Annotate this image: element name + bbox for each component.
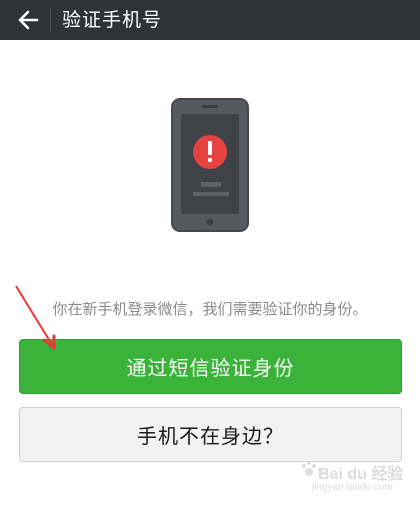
paw-icon: [302, 461, 316, 476]
phone-not-nearby-button[interactable]: 手机不在身边？: [19, 407, 402, 462]
baidu-watermark: Bai du 经验 jingyan.baidu.com: [300, 458, 410, 503]
phone-alert-icon: [171, 98, 249, 232]
phone-not-nearby-label: 手机不在身边？: [137, 424, 284, 448]
top-bar: 验证手机号: [0, 0, 420, 40]
back-arrow-icon: [18, 10, 39, 30]
back-button[interactable]: [8, 0, 48, 40]
phone-alert-illustration: [171, 98, 249, 232]
watermark-url: jingyan.baidu.com: [312, 482, 393, 493]
sms-verify-label: 通过短信验证身份: [126, 356, 295, 380]
header-divider: [50, 8, 51, 32]
sms-verify-button[interactable]: 通过短信验证身份: [19, 339, 402, 394]
watermark-logo: Bai du 经验: [318, 466, 404, 483]
page-title: 验证手机号: [62, 9, 163, 31]
annotation-arrow: [15, 285, 56, 350]
